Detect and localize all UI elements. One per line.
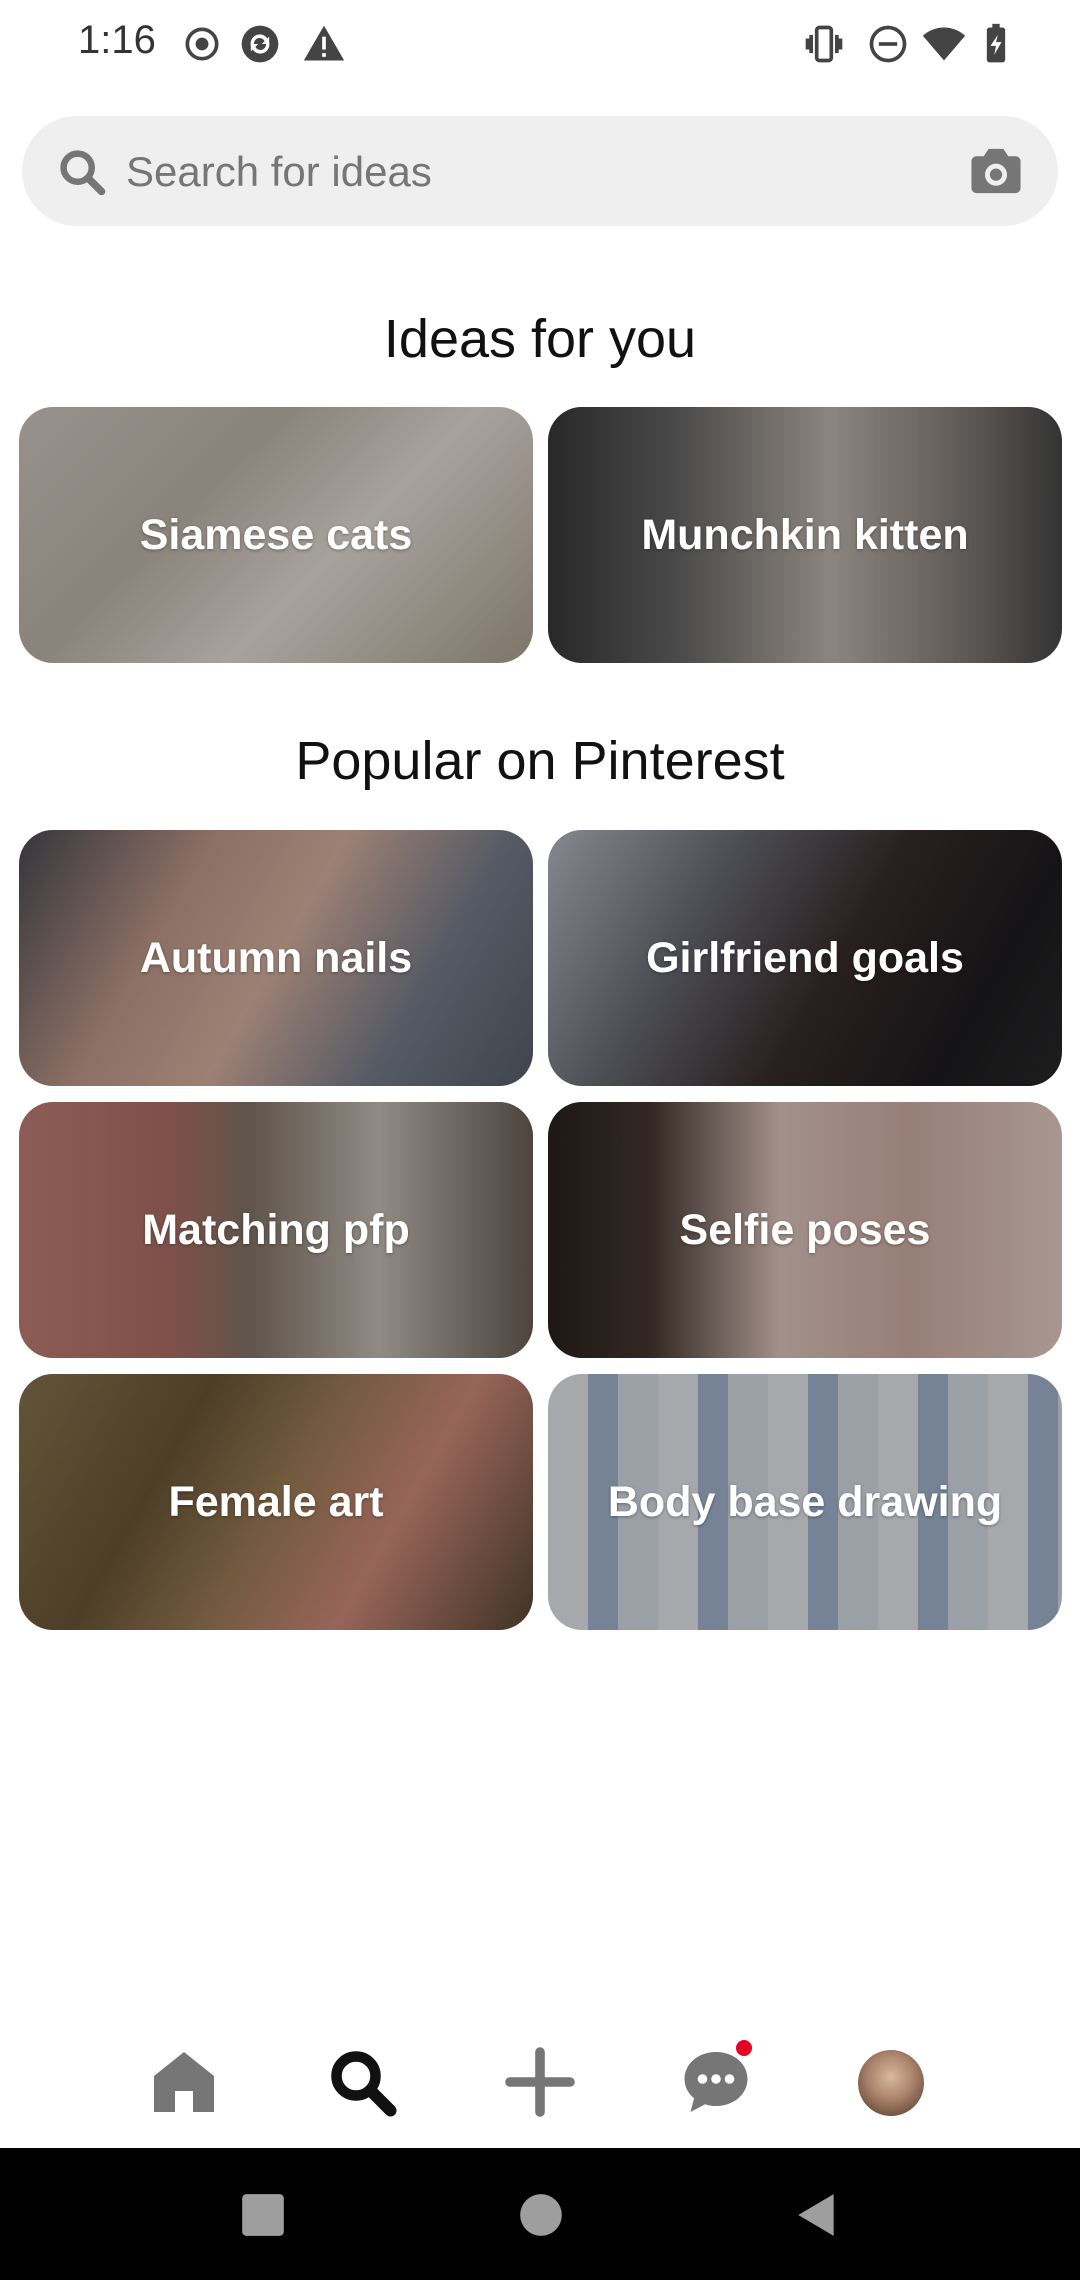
search-input[interactable]: [124, 140, 948, 204]
home-icon[interactable]: [148, 2046, 220, 2118]
sync-icon: [241, 25, 279, 63]
dnd-icon: [869, 25, 907, 63]
card-female-art[interactable]: Female art: [19, 1374, 533, 1630]
card-label: Autumn nails: [139, 933, 413, 982]
card-autumn-nails[interactable]: Autumn nails: [19, 830, 533, 1086]
card-body-base-drawing[interactable]: Body base drawing: [548, 1374, 1062, 1630]
wifi-icon: [922, 27, 966, 61]
card-matching-pfp[interactable]: Matching pfp: [19, 1102, 533, 1358]
recents-button[interactable]: [238, 2190, 288, 2240]
battery-charging-icon: [986, 23, 1006, 63]
profile-avatar[interactable]: [858, 2050, 924, 2116]
system-nav-bar: [0, 2148, 1080, 2280]
home-button[interactable]: [516, 2190, 566, 2240]
status-time: 1:16: [78, 18, 156, 62]
card-label: Body base drawing: [607, 1477, 1003, 1526]
card-girlfriend-goals[interactable]: Girlfriend goals: [548, 830, 1062, 1086]
messages-icon[interactable]: [680, 2046, 752, 2118]
bottom-nav: [0, 2010, 1080, 2148]
back-button[interactable]: [792, 2190, 842, 2240]
warning-icon: [303, 25, 345, 61]
notification-badge: [736, 2040, 752, 2056]
section-title-ideas: Ideas for you: [383, 309, 697, 369]
card-label: Munchkin kitten: [641, 510, 969, 559]
card-label: Girlfriend goals: [646, 933, 964, 982]
card-label: Siamese cats: [139, 510, 413, 559]
status-bar: 1:16: [0, 0, 1080, 88]
card-label: Matching pfp: [142, 1205, 410, 1254]
card-munchkin-kitten[interactable]: Munchkin kitten: [548, 407, 1062, 663]
search-icon: [60, 150, 106, 196]
vibrate-icon: [805, 25, 843, 63]
card-label: Selfie poses: [679, 1205, 931, 1254]
search-bar[interactable]: [22, 116, 1058, 226]
card-siamese-cats[interactable]: Siamese cats: [19, 407, 533, 663]
record-icon: [185, 27, 219, 61]
add-icon[interactable]: [504, 2046, 576, 2118]
search-icon[interactable]: [326, 2046, 398, 2118]
camera-icon[interactable]: [966, 144, 1026, 198]
card-label: Female art: [168, 1477, 384, 1526]
card-selfie-poses[interactable]: Selfie poses: [548, 1102, 1062, 1358]
section-title-popular: Popular on Pinterest: [295, 731, 785, 791]
